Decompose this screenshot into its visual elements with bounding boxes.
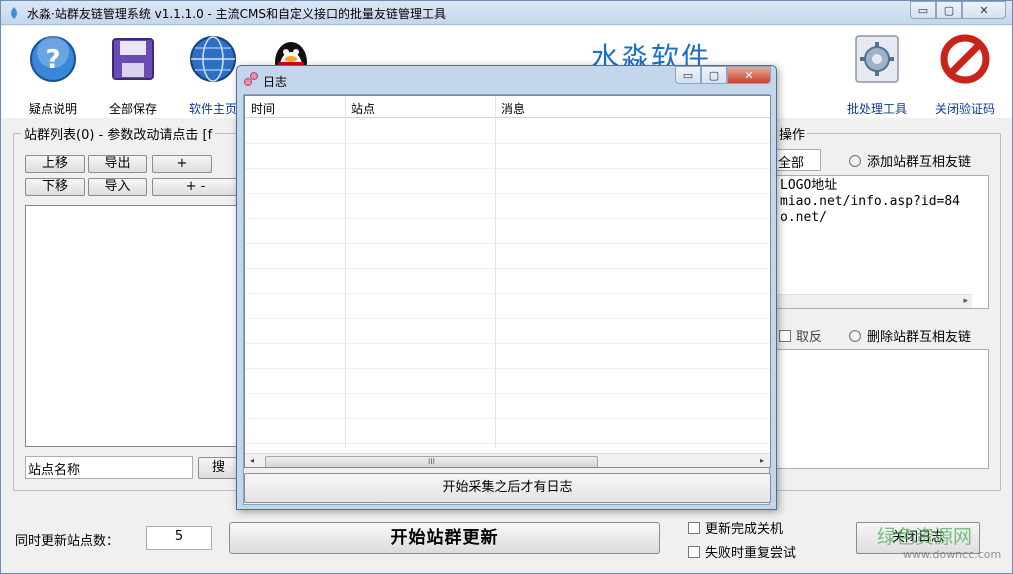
row-divider [245,218,770,219]
delete-links-radio-label: 删除站群互相友链 [867,330,972,345]
start-update-button[interactable]: 开始站群更新 [229,522,660,554]
help-label: 疑点说明 [28,102,77,116]
row-divider [245,343,770,344]
row-divider [245,393,770,394]
row-divider [245,168,770,169]
row-divider [245,293,770,294]
row-divider [245,193,770,194]
add-button[interactable]: + [152,155,212,173]
row-divider [245,443,770,444]
maximize-button[interactable]: ▢ [936,1,962,19]
site-name-search-input[interactable]: 站点名称 [25,456,193,479]
scroll-left-arrow-icon[interactable]: ◂ [250,456,254,465]
help-tool[interactable]: ? 疑点说明 [13,32,93,117]
log-grid-header: 时间 站点 消息 [245,96,770,118]
link-textarea[interactable]: LOGO地址 miao.net/info.asp?id=84 o.net/ [775,175,989,309]
close-captcha-label: 关闭验证码 [934,102,995,116]
column-divider [345,96,346,448]
help-icon: ? [30,36,76,82]
search-button[interactable]: 搜 [198,457,239,479]
globe-icon [190,36,236,82]
save-all-label: 全部保存 [108,102,157,116]
delete-links-textarea[interactable] [775,349,989,469]
concurrent-sites-input[interactable]: 5 [146,526,212,550]
watermark-text: 绿色资源网 [877,526,973,548]
row-divider [245,418,770,419]
title-bar: 水淼·站群友链管理系统 v1.1.1.0 - 主流CMS和自定义接口的批量友链管… [1,1,1012,25]
add-links-radio-label: 添加站群互相友链 [867,155,972,170]
move-down-button[interactable]: 下移 [25,178,85,196]
log-content: 时间 站点 消息 ◂ III ▸ 开始采集之后才有日志 [243,94,771,505]
column-header-message[interactable]: 消息 [501,100,525,117]
delete-links-radio[interactable]: 删除站群互相友链 [849,326,971,345]
minimize-button[interactable]: ▭ [910,1,936,19]
prohibited-icon [940,34,990,84]
import-button[interactable]: 导入 [88,178,147,196]
retry-checkbox[interactable]: 失败时重复尝试 [688,542,796,561]
log-dialog-title: 日志 [263,75,288,89]
concurrent-sites-label: 同时更新站点数： [15,534,120,549]
row-divider [245,268,770,269]
log-icon [244,72,258,86]
move-up-button[interactable]: 上移 [25,155,85,173]
log-minimize-button[interactable]: ▭ [675,66,701,84]
checkbox-indicator [688,545,700,558]
gear-icon [855,35,899,83]
log-grid-hscroll[interactable]: ◂ III ▸ [245,453,770,467]
invert-checkbox[interactable]: 取反 [779,326,822,345]
scroll-thumb[interactable]: III [265,456,598,467]
all-field[interactable]: 全部 [775,149,821,171]
log-grid[interactable]: 时间 站点 消息 ◂ III ▸ [244,95,771,468]
scroll-right-arrow-icon[interactable]: ▸ [963,296,968,306]
row-divider [245,368,770,369]
add-links-radio[interactable]: 添加站群互相友链 [849,151,971,170]
site-listbox[interactable] [25,205,239,447]
svg-text:?: ? [45,45,60,75]
radio-indicator [849,329,861,342]
save-all-tool[interactable]: 全部保存 [93,32,173,117]
link-textarea-hscroll[interactable]: ▸ [776,294,972,308]
batch-tools-label: 批处理工具 [846,102,907,116]
shutdown-checkbox[interactable]: 更新完成关机 [688,518,783,537]
radio-indicator [849,154,861,167]
log-maximize-button[interactable]: ▢ [701,66,727,84]
app-icon [11,7,17,19]
row-divider [245,143,770,144]
save-icon [112,38,154,80]
retry-checkbox-label: 失败时重复尝试 [705,546,797,561]
shutdown-checkbox-label: 更新完成关机 [705,522,784,537]
operations-group-label: 操作 [777,124,808,143]
column-header-time[interactable]: 时间 [251,100,275,117]
checkbox-indicator [688,521,700,534]
row-divider [245,243,770,244]
close-captcha-tool[interactable]: 关闭验证码 [925,32,1005,117]
invert-checkbox-label: 取反 [796,330,823,345]
close-button[interactable]: ✕ [962,1,1006,19]
add-remove-button[interactable]: + - [152,178,239,196]
scroll-right-arrow-icon[interactable]: ▸ [760,456,764,465]
checkbox-indicator [779,329,791,342]
export-button[interactable]: 导出 [88,155,147,173]
column-divider [495,96,496,448]
log-dialog: 日志 ▭ ▢ ✕ 时间 站点 消息 ◂ III ▸ 开始采集之后才有日志 [236,65,777,510]
log-status-button[interactable]: 开始采集之后才有日志 [244,473,771,503]
watermark-url: www.downcc.com [903,548,1002,561]
batch-tools-tool[interactable]: 批处理工具 [837,32,917,117]
log-close-button[interactable]: ✕ [727,66,771,84]
row-divider [245,318,770,319]
site-list-group-label: 站群列表(0) - 参数改动请点击 [f [21,124,216,143]
column-header-site[interactable]: 站点 [351,100,375,117]
window-title: 水淼·站群友链管理系统 v1.1.1.0 - 主流CMS和自定义接口的批量友链管… [27,7,447,21]
